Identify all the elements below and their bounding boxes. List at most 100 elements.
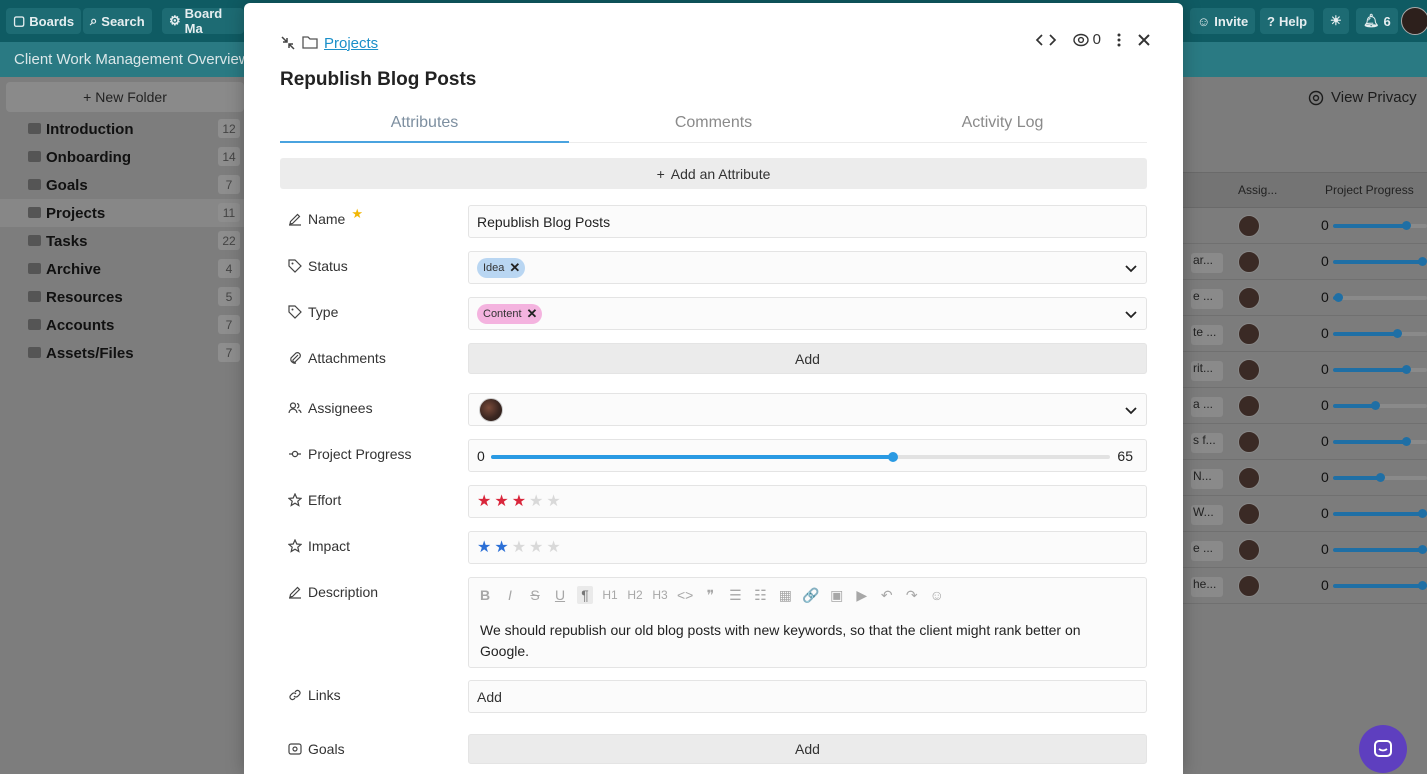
sidebar-item-label: Onboarding <box>46 148 131 166</box>
heading3-icon[interactable]: H3 <box>652 586 668 604</box>
table-row[interactable]: te ... 0 <box>1183 316 1427 352</box>
assignee-avatar[interactable] <box>479 397 503 422</box>
embed-code-icon[interactable] <box>1035 33 1057 47</box>
column-project-progress[interactable]: Project Progress <box>1325 183 1414 197</box>
search-button[interactable]: ⌕ Search <box>83 8 152 34</box>
board-manager-button[interactable]: ⚙ Board Ma <box>162 8 244 34</box>
table-row[interactable]: he... 0 <box>1183 568 1427 604</box>
column-assignees[interactable]: Assig... <box>1238 183 1277 197</box>
table-row[interactable]: a ... 0 <box>1183 388 1427 424</box>
help-button[interactable]: ? Help <box>1260 8 1315 34</box>
type-label-row: Type <box>288 304 338 320</box>
description-text[interactable]: We should republish our old blog posts w… <box>480 620 1130 662</box>
chevron-down-icon[interactable] <box>1124 307 1138 324</box>
add-attachment-button[interactable]: Add <box>468 343 1147 374</box>
avatar[interactable] <box>1401 7 1427 35</box>
chevron-down-icon[interactable] <box>1124 403 1138 420</box>
collapse-icon[interactable] <box>280 35 296 51</box>
paragraph-icon[interactable]: ¶ <box>577 586 593 604</box>
effort-rating[interactable]: ★ ★ ★ ★ ★ <box>468 485 1147 518</box>
row-title: ar... <box>1191 253 1223 273</box>
redo-icon[interactable]: ↷ <box>904 586 920 604</box>
boards-button[interactable]: ▢ Boards <box>6 8 82 34</box>
underline-icon[interactable]: U <box>552 586 568 604</box>
table-row[interactable]: W... 0 <box>1183 496 1427 532</box>
bold-icon[interactable]: B <box>477 586 493 604</box>
impact-star-icon[interactable]: ★ <box>512 539 526 556</box>
table-row[interactable]: 0 <box>1183 208 1427 244</box>
bullet-list-icon[interactable]: ☰ <box>727 586 743 604</box>
strikethrough-icon[interactable]: S <box>527 586 543 604</box>
type-select[interactable]: Content ✕ <box>468 297 1147 330</box>
tab-activity-log[interactable]: Activity Log <box>858 107 1147 142</box>
more-options-icon[interactable] <box>1117 33 1121 47</box>
heading2-icon[interactable]: H2 <box>627 586 643 604</box>
sidebar-item-resources[interactable]: Resources 5 <box>0 283 244 311</box>
ordered-list-icon[interactable]: ☷ <box>752 586 768 604</box>
progress-handle[interactable] <box>888 452 899 462</box>
chevron-down-icon[interactable] <box>1124 261 1138 278</box>
project-progress-slider[interactable]: 0 65 <box>468 439 1147 472</box>
table-row[interactable]: s f... 0 <box>1183 424 1427 460</box>
impact-star-icon[interactable]: ★ <box>494 539 508 556</box>
sidebar-item-assets-files[interactable]: Assets/Files 7 <box>0 339 244 367</box>
close-icon[interactable] <box>1137 33 1151 47</box>
effort-star-icon[interactable]: ★ <box>529 493 543 510</box>
notifications-button[interactable]: 🔔︎ 6 <box>1356 8 1398 34</box>
row-title: e ... <box>1191 289 1223 309</box>
table-row[interactable]: e ... 0 <box>1183 532 1427 568</box>
invite-button[interactable]: ☺ Invite <box>1190 8 1256 34</box>
link-icon[interactable]: 🔗 <box>802 586 819 604</box>
emoji-icon[interactable]: ☺ <box>929 586 945 604</box>
effort-star-icon[interactable]: ★ <box>512 493 526 510</box>
video-icon[interactable]: ▶ <box>854 586 870 604</box>
sidebar-item-tasks[interactable]: Tasks 22 <box>0 227 244 255</box>
sidebar-item-archive[interactable]: Archive 4 <box>0 255 244 283</box>
heading1-icon[interactable]: H1 <box>602 586 618 604</box>
impact-star-icon[interactable]: ★ <box>546 539 560 556</box>
impact-star-icon[interactable]: ★ <box>477 539 491 556</box>
tab-comments[interactable]: Comments <box>569 107 858 142</box>
table-row[interactable]: e ... 0 <box>1183 280 1427 316</box>
table-icon[interactable]: ▦ <box>777 586 793 604</box>
item-title: Republish Blog Posts <box>280 69 477 90</box>
effort-star-icon[interactable]: ★ <box>494 493 508 510</box>
sidebar-item-goals[interactable]: Goals 7 <box>0 171 244 199</box>
sidebar-item-projects[interactable]: Projects 11 <box>0 199 244 227</box>
chat-support-button[interactable] <box>1359 725 1407 773</box>
description-label: Description <box>308 584 379 600</box>
sidebar-item-introduction[interactable]: Introduction 12 <box>0 115 244 143</box>
links-input[interactable]: Add <box>468 680 1147 713</box>
view-privacy-button[interactable]: View Privacy <box>1308 89 1417 106</box>
goals-icon <box>288 743 302 755</box>
assignees-select[interactable] <box>468 393 1147 426</box>
undo-icon[interactable]: ↶ <box>879 586 895 604</box>
effort-star-icon[interactable]: ★ <box>477 493 491 510</box>
add-goal-button[interactable]: Add <box>468 734 1147 764</box>
quote-icon[interactable]: ❞ <box>702 586 718 604</box>
impact-rating[interactable]: ★ ★ ★ ★ ★ <box>468 531 1147 564</box>
effort-star-icon[interactable]: ★ <box>546 493 560 510</box>
remove-tag-icon[interactable]: ✕ <box>527 307 538 320</box>
name-field[interactable]: Republish Blog Posts <box>468 205 1147 238</box>
description-editor[interactable]: B I S U ¶ H1 H2 H3 <> ❞ ☰ ☷ ▦ 🔗 ▣ ▶ ↶ ↷ ☺ We should republ… <box>468 577 1147 668</box>
table-row[interactable]: N... 0 <box>1183 460 1427 496</box>
detail-tabs: Attributes Comments Activity Log <box>280 107 1147 143</box>
sidebar-item-onboarding[interactable]: Onboarding 14 <box>0 143 244 171</box>
sidebar-item-accounts[interactable]: Accounts 7 <box>0 311 244 339</box>
status-select[interactable]: Idea ✕ <box>468 251 1147 284</box>
add-attribute-button[interactable]: + Add an Attribute <box>280 158 1147 189</box>
theme-toggle[interactable]: ☀ <box>1323 8 1349 34</box>
table-row[interactable]: rit... 0 <box>1183 352 1427 388</box>
remove-tag-icon[interactable]: ✕ <box>509 261 520 274</box>
tab-attributes[interactable]: Attributes <box>280 107 569 143</box>
image-icon[interactable]: ▣ <box>829 586 845 604</box>
code-icon[interactable]: <> <box>677 586 693 604</box>
table-row[interactable]: ar... 0 <box>1183 244 1427 280</box>
progress-track[interactable] <box>491 452 1110 462</box>
watchers-button[interactable]: 0 <box>1072 31 1101 48</box>
new-folder-button[interactable]: + New Folder <box>6 82 244 112</box>
breadcrumb-projects-link[interactable]: Projects <box>324 35 378 52</box>
impact-star-icon[interactable]: ★ <box>529 539 543 556</box>
italic-icon[interactable]: I <box>502 586 518 604</box>
